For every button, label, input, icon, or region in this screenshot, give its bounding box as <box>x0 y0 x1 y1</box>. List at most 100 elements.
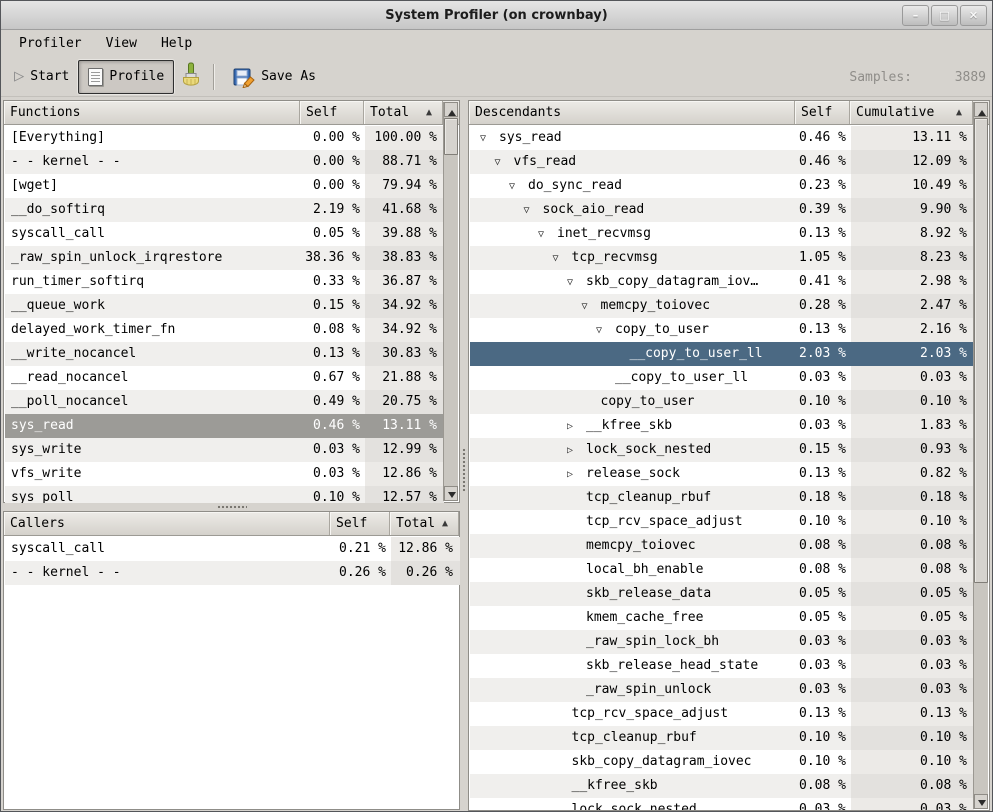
tree-row[interactable]: __kfree_skb0.08 %0.08 % <box>470 774 974 798</box>
column-header-total[interactable]: Total▲ <box>390 512 459 535</box>
tree-row[interactable]: ▷__kfree_skb0.03 %1.83 % <box>470 414 974 438</box>
expander-open-icon[interactable]: ▽ <box>524 199 543 222</box>
vertical-splitter-handle[interactable] <box>461 100 468 810</box>
scrollbar-thumb[interactable] <box>974 118 988 583</box>
descendants-vertical-scrollbar[interactable] <box>973 102 988 809</box>
expander-collapsed-icon[interactable]: ▷ <box>567 415 586 438</box>
expander-open-icon[interactable]: ▽ <box>509 175 528 198</box>
table-row[interactable]: - - kernel - -0.00 %88.71 % <box>5 150 444 174</box>
column-header-callers[interactable]: Callers <box>4 512 330 535</box>
expander-collapsed-icon[interactable]: ▷ <box>567 463 586 486</box>
tree-row[interactable]: _raw_spin_unlock0.03 %0.03 % <box>470 678 974 702</box>
expander-open-icon[interactable]: ▽ <box>596 319 615 342</box>
tree-row[interactable]: __copy_to_user_ll2.03 %2.03 % <box>470 342 974 366</box>
table-row[interactable]: sys_write0.03 %12.99 % <box>5 438 444 462</box>
scrollbar-thumb[interactable] <box>444 118 458 155</box>
column-header-self[interactable]: Self <box>300 101 364 124</box>
tree-row[interactable]: tcp_rcv_space_adjust0.13 %0.13 % <box>470 702 974 726</box>
horizontal-splitter-handle[interactable] <box>3 504 460 511</box>
column-header-descendants[interactable]: Descendants <box>469 101 795 124</box>
column-header-total[interactable]: Total▲ <box>364 101 443 124</box>
table-row[interactable]: [Everything]0.00 %100.00 % <box>5 126 444 150</box>
total-percent-cell: 41.68 % <box>365 198 444 222</box>
start-button[interactable]: ▷ Start <box>5 60 78 94</box>
table-row[interactable]: syscall_call0.21 %12.86 % <box>5 537 460 561</box>
expander-open-icon[interactable]: ▽ <box>582 295 601 318</box>
tree-row[interactable]: ▽tcp_recvmsg1.05 %8.23 % <box>470 246 974 270</box>
tree-row[interactable]: tcp_cleanup_rbuf0.10 %0.10 % <box>470 726 974 750</box>
table-row[interactable]: - - kernel - -0.26 %0.26 % <box>5 561 460 585</box>
scroll-down-button[interactable] <box>974 794 988 809</box>
tree-row[interactable]: ▽skb_copy_datagram_iov…0.41 %2.98 % <box>470 270 974 294</box>
table-row[interactable]: __queue_work0.15 %34.92 % <box>5 294 444 318</box>
table-row[interactable]: __do_softirq2.19 %41.68 % <box>5 198 444 222</box>
self-percent-cell: 0.08 % <box>796 534 851 558</box>
tree-row[interactable]: tcp_cleanup_rbuf0.18 %0.18 % <box>470 486 974 510</box>
tree-row[interactable]: ▽sock_aio_read0.39 %9.90 % <box>470 198 974 222</box>
scroll-up-button[interactable] <box>974 102 988 117</box>
tree-row[interactable]: skb_copy_datagram_iovec0.10 %0.10 % <box>470 750 974 774</box>
tree-row[interactable]: ▽inet_recvmsg0.13 %8.92 % <box>470 222 974 246</box>
tree-row[interactable]: local_bh_enable0.08 %0.08 % <box>470 558 974 582</box>
maximize-button[interactable]: □ <box>931 5 958 26</box>
tree-row[interactable]: tcp_rcv_space_adjust0.10 %0.10 % <box>470 510 974 534</box>
tree-row[interactable]: kmem_cache_free0.05 %0.05 % <box>470 606 974 630</box>
table-row[interactable]: sys_poll0.10 %12.57 % <box>5 486 444 503</box>
tree-row[interactable]: ▽memcpy_toiovec0.28 %2.47 % <box>470 294 974 318</box>
profile-toggle-button[interactable]: Profile <box>78 60 174 94</box>
tree-row[interactable]: ▽sys_read0.46 %13.11 % <box>470 126 974 150</box>
self-percent-cell: 0.21 % <box>331 537 391 561</box>
function-name-cell: _raw_spin_unlock_irqrestore <box>5 246 301 270</box>
window-title: System Profiler (on crownbay) <box>1 1 992 30</box>
cumulative-percent-cell: 0.10 % <box>851 510 974 534</box>
self-percent-cell: 0.13 % <box>796 702 851 726</box>
menu-help[interactable]: Help <box>155 33 198 54</box>
self-percent-cell: 0.13 % <box>301 342 365 366</box>
table-row[interactable]: delayed_work_timer_fn0.08 %34.92 % <box>5 318 444 342</box>
table-row[interactable]: [wget]0.00 %79.94 % <box>5 174 444 198</box>
tree-row[interactable]: _raw_spin_lock_bh0.03 %0.03 % <box>470 630 974 654</box>
expander-open-icon[interactable]: ▽ <box>553 247 572 270</box>
descendants-tree: ▽sys_read0.46 %13.11 %▽vfs_read0.46 %12.… <box>470 126 974 810</box>
total-percent-cell: 21.88 % <box>365 366 444 390</box>
table-row[interactable]: __poll_nocancel0.49 %20.75 % <box>5 390 444 414</box>
tree-row[interactable]: memcpy_toiovec0.08 %0.08 % <box>470 534 974 558</box>
tree-row[interactable]: ▽vfs_read0.46 %12.09 % <box>470 150 974 174</box>
menu-profiler[interactable]: Profiler <box>13 33 88 54</box>
expander-open-icon[interactable]: ▽ <box>495 151 514 174</box>
close-button[interactable]: ✕ <box>960 5 987 26</box>
table-row[interactable]: sys_read0.46 %13.11 % <box>5 414 444 438</box>
table-row[interactable]: __read_nocancel0.67 %21.88 % <box>5 366 444 390</box>
column-header-cumulative[interactable]: Cumulative▲ <box>850 101 973 124</box>
column-header-self[interactable]: Self <box>795 101 850 124</box>
expander-open-icon[interactable]: ▽ <box>567 271 586 294</box>
expander-collapsed-icon[interactable]: ▷ <box>567 439 586 462</box>
table-row[interactable]: vfs_write0.03 %12.86 % <box>5 462 444 486</box>
tree-row[interactable]: ▽copy_to_user0.13 %2.16 % <box>470 318 974 342</box>
functions-vertical-scrollbar[interactable] <box>443 102 458 501</box>
minimize-button[interactable]: – <box>902 5 929 26</box>
function-name-label: _raw_spin_unlock <box>586 682 711 697</box>
expander-open-icon[interactable]: ▽ <box>538 223 557 246</box>
table-row[interactable]: syscall_call0.05 %39.88 % <box>5 222 444 246</box>
tree-row[interactable]: skb_release_head_state0.03 %0.03 % <box>470 654 974 678</box>
table-row[interactable]: _raw_spin_unlock_irqrestore38.36 %38.83 … <box>5 246 444 270</box>
reset-button[interactable] <box>174 60 207 94</box>
column-header-self[interactable]: Self <box>330 512 390 535</box>
tree-row[interactable]: lock_sock_nested0.03 %0.03 % <box>470 798 974 810</box>
scroll-down-button[interactable] <box>444 486 458 501</box>
table-row[interactable]: __write_nocancel0.13 %30.83 % <box>5 342 444 366</box>
menu-view[interactable]: View <box>100 33 143 54</box>
tree-row[interactable]: copy_to_user0.10 %0.10 % <box>470 390 974 414</box>
scroll-up-button[interactable] <box>444 102 458 117</box>
tree-row[interactable]: __copy_to_user_ll0.03 %0.03 % <box>470 366 974 390</box>
tree-row[interactable]: skb_release_data0.05 %0.05 % <box>470 582 974 606</box>
column-header-functions[interactable]: Functions <box>4 101 300 124</box>
expander-open-icon[interactable]: ▽ <box>480 127 499 150</box>
save-as-button[interactable]: Save As <box>224 60 325 94</box>
tree-row[interactable]: ▷lock_sock_nested0.15 %0.93 % <box>470 438 974 462</box>
table-row[interactable]: run_timer_softirq0.33 %36.87 % <box>5 270 444 294</box>
tree-row[interactable]: ▷release_sock0.13 %0.82 % <box>470 462 974 486</box>
tree-row[interactable]: ▽do_sync_read0.23 %10.49 % <box>470 174 974 198</box>
descendants-header-row: Descendants Self Cumulative▲ <box>469 101 989 125</box>
